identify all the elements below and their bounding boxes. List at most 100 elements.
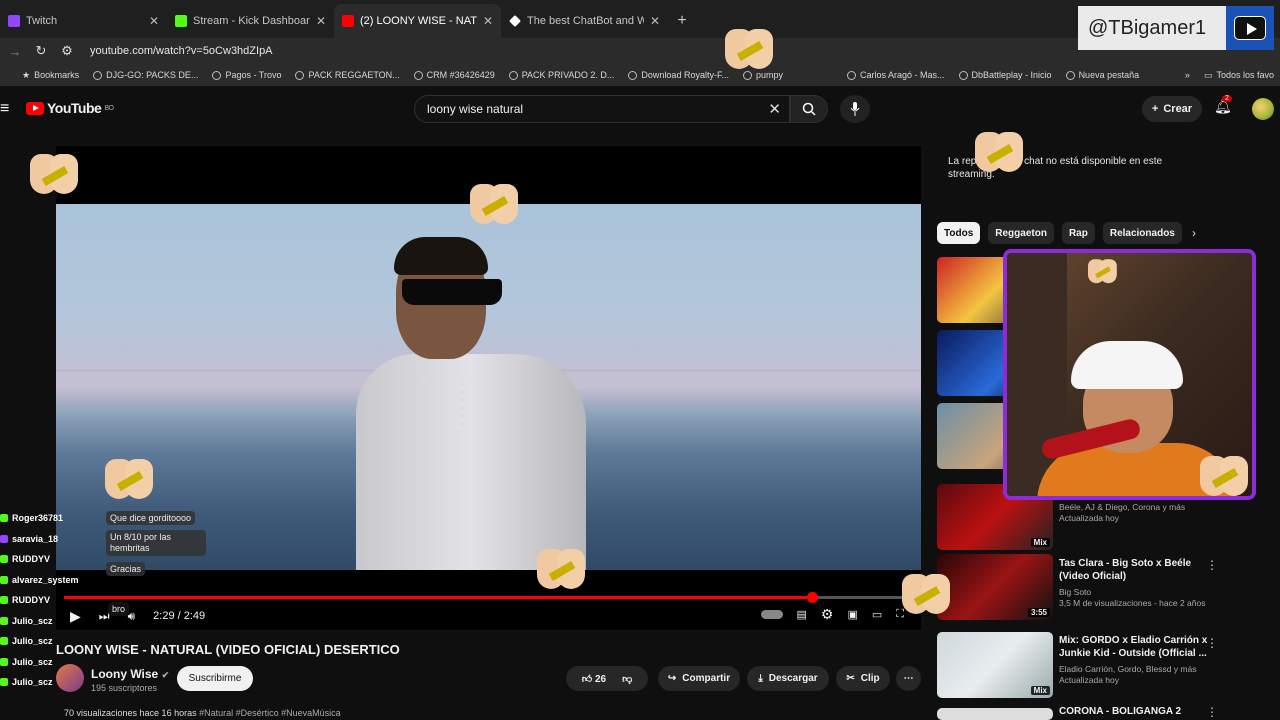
close-icon[interactable]: ✕	[316, 14, 326, 28]
bookmark-item[interactable]: PACK PRIVADO 2. D...	[508, 70, 614, 80]
peach-sticker-icon	[537, 545, 585, 597]
forward-icon[interactable]: →	[8, 44, 22, 59]
more-options-icon[interactable]: ⋮	[1206, 558, 1218, 572]
youtube-logo[interactable]: YouTube BO	[26, 100, 114, 116]
tab-label: (2) LOONY WISE - NATURAL (V	[360, 15, 477, 27]
mix-badge: Mix	[1030, 538, 1050, 547]
clip-button[interactable]: ✂ Clip	[836, 666, 890, 691]
verified-icon: ✔	[161, 670, 170, 680]
tab-twitch[interactable]: Twitch ✕	[0, 4, 167, 38]
like-dislike-group: 👍︎ 26 👎︎	[566, 666, 648, 691]
bookmark-item[interactable]: Download Royalty-F...	[628, 70, 729, 80]
download-button[interactable]: ⤓ Descargar	[747, 666, 829, 691]
bookmark-item[interactable]: Carlos Aragó - Mas...	[846, 70, 945, 80]
tab-label: The best ChatBot and Widgets	[527, 15, 644, 27]
kick-icon	[0, 555, 8, 564]
chat-row: alvarez_system	[0, 570, 110, 591]
kick-icon	[0, 678, 8, 687]
bookmark-item[interactable]: ★ Bookmarks	[22, 70, 79, 81]
chevron-right-icon[interactable]: ›	[1192, 226, 1196, 240]
reload-icon[interactable]: ↻	[34, 43, 48, 59]
account-avatar[interactable]	[1252, 98, 1274, 120]
chat-row: Julio_scz	[0, 672, 110, 693]
settings-icon[interactable]: ⚙	[821, 606, 834, 623]
bookmark-item[interactable]: Pagos - Trovo	[212, 70, 281, 80]
chat-row: Julio_scz	[0, 652, 110, 673]
time-display: 2:29 / 2:49	[153, 610, 206, 622]
share-button[interactable]: ↪ Compartir	[658, 666, 740, 691]
all-bookmarks[interactable]: ▭ Todos los favo	[1204, 70, 1280, 81]
voice-search-button[interactable]	[840, 95, 870, 123]
url-field[interactable]: youtube.com/watch?v=5oCw3hdZIpA	[90, 45, 273, 57]
video-stats: 70 visualizaciones hace 16 horas #Natura…	[64, 708, 341, 718]
tab-youtube-video[interactable]: (2) LOONY WISE - NATURAL (V ✕	[334, 4, 501, 38]
search-button[interactable]	[790, 95, 828, 123]
subscribe-button[interactable]: Suscribirme	[177, 666, 253, 691]
chat-row: RUDDYV	[0, 590, 110, 611]
microphone-icon	[850, 102, 860, 116]
search-input[interactable]: loony wise natural ✕	[414, 95, 790, 123]
bookmark-item[interactable]: PACK REGGAETON...	[295, 70, 400, 80]
globe-icon	[958, 70, 968, 80]
subtitles-icon[interactable]: ▤	[797, 608, 807, 621]
peach-sticker-icon	[1200, 452, 1248, 504]
chip-todos[interactable]: Todos	[937, 222, 981, 244]
new-tab-button[interactable]: +	[668, 4, 696, 38]
chip-rap[interactable]: Rap	[1061, 222, 1095, 244]
streamer-handle-overlay: @TBigamer1	[1078, 6, 1274, 50]
tab-kick-dashboard[interactable]: Stream - Kick Dashboard ✕	[167, 4, 334, 38]
kick-icon	[0, 596, 8, 605]
player-controls: ▶ ⏭ 🔊︎ 2:29 / 2:49 ▤ ⚙ ▣ ▭ ⛶	[70, 602, 910, 630]
bookmark-item[interactable]: Nueva pestaña	[1065, 70, 1139, 80]
bookmark-item[interactable]: DbBattleplay - Inicio	[958, 70, 1052, 80]
autoplay-toggle[interactable]	[760, 610, 783, 619]
close-icon[interactable]: ✕	[149, 14, 159, 28]
create-button[interactable]: + Crear	[1142, 96, 1202, 122]
site-info-icon[interactable]: ⚙	[60, 43, 74, 59]
close-icon[interactable]: ✕	[483, 14, 493, 28]
theater-mode-icon[interactable]: ▭	[872, 608, 882, 621]
youtube-icon	[342, 15, 354, 27]
globe-icon	[1065, 70, 1075, 80]
youtube-header: ≡ YouTube BO loony wise natural ✕ + Crear …	[0, 90, 1280, 128]
video-thumbnail[interactable]: Mix	[937, 632, 1053, 698]
progress-bar[interactable]	[64, 592, 914, 603]
more-actions-button[interactable]: ⋯	[896, 666, 921, 691]
kick-icon	[0, 616, 8, 625]
bookmark-item[interactable]: DJG-GO: PACKS DE...	[93, 70, 198, 80]
globe-icon	[413, 70, 423, 80]
youtube-logo-icon	[1226, 6, 1274, 50]
peach-sticker-icon	[725, 25, 773, 77]
video-thumbnail[interactable]	[937, 708, 1053, 720]
tab-label: Stream - Kick Dashboard	[193, 15, 310, 27]
video-title-link[interactable]: Tas Clara - Big Soto x Beéle (Video Ofic…	[1059, 557, 1209, 583]
globe-icon	[508, 70, 518, 80]
chip-relacionados[interactable]: Relacionados	[1102, 222, 1182, 244]
twitch-icon	[0, 534, 8, 543]
more-options-icon[interactable]: ⋮	[1206, 705, 1218, 719]
globe-icon	[212, 70, 222, 80]
twitch-icon	[8, 15, 20, 27]
video-title-link[interactable]: Mix: GORDO x Eladio Carrión x Junkie Kid…	[1059, 634, 1209, 660]
star-icon: ★	[22, 69, 31, 80]
tab-chatbot[interactable]: The best ChatBot and Widgets ✕	[501, 4, 668, 38]
more-options-icon[interactable]: ⋮	[1206, 636, 1218, 650]
close-icon[interactable]: ✕	[650, 14, 660, 28]
singer-figure	[356, 237, 586, 570]
like-button[interactable]: 👍︎ 26	[582, 673, 606, 685]
dislike-button[interactable]: 👎︎	[622, 673, 632, 685]
video-thumbnail[interactable]: 3:55	[937, 554, 1053, 620]
chip-reggaeton[interactable]: Reggaeton	[988, 222, 1054, 244]
clear-search-icon[interactable]: ✕	[768, 100, 781, 118]
notifications-button[interactable]: 🔔︎ 2	[1214, 95, 1232, 116]
chat-row: RUDDYV	[0, 549, 110, 570]
bookmarks-bar: ★ Bookmarks DJG-GO: PACKS DE... Pagos - T…	[0, 64, 1280, 86]
diamond-icon	[509, 15, 521, 27]
bookmarks-overflow[interactable]: »	[1185, 70, 1190, 80]
bookmark-item[interactable]: CRM #36426429	[413, 70, 495, 80]
notification-badge: 2	[1222, 95, 1232, 102]
video-title-link[interactable]: CORONA - BOLIGANGA 2	[1059, 705, 1209, 718]
kick-icon	[0, 575, 8, 584]
hamburger-menu-icon[interactable]: ≡	[0, 100, 9, 118]
miniplayer-icon[interactable]: ▣	[847, 608, 857, 621]
